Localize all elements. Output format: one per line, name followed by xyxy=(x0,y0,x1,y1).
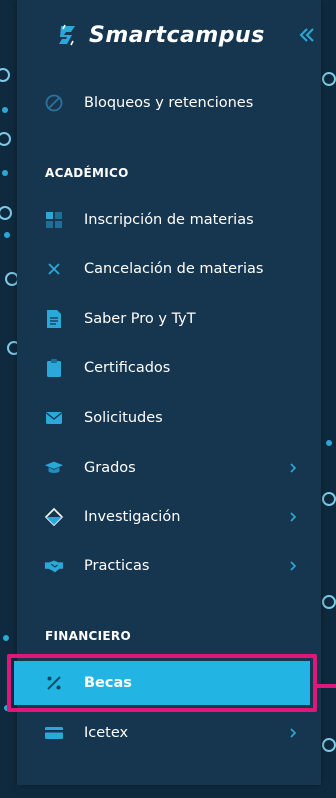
background-ring xyxy=(322,595,336,609)
background-ring xyxy=(322,738,336,752)
brand-name: Smartcampus xyxy=(89,22,265,48)
chevron-right-icon xyxy=(288,724,298,742)
mail-icon xyxy=(44,408,64,428)
menu-item-cancelacion[interactable]: Cancelación de materias xyxy=(44,256,306,282)
menu-item-grados[interactable]: Grados xyxy=(44,455,306,481)
background-dot xyxy=(2,170,8,176)
background-ring xyxy=(0,206,12,220)
menu-item-label: Saber Pro y TyT xyxy=(84,311,196,327)
menu-item-label: Cancelación de materias xyxy=(84,261,264,277)
menu-item-becas[interactable]: Becas xyxy=(44,670,306,696)
chevron-right-icon xyxy=(288,557,298,575)
menu-item-label: Solicitudes xyxy=(84,410,163,426)
card-icon xyxy=(44,723,64,743)
percent-icon xyxy=(44,673,64,693)
menu-item-bloqueos[interactable]: Bloqueos y retenciones xyxy=(44,90,306,116)
menu-item-solicitudes[interactable]: Solicitudes xyxy=(44,405,306,431)
menu-item-label: Grados xyxy=(84,460,136,476)
grid-icon xyxy=(44,210,64,230)
menu-item-investigacion[interactable]: Investigación xyxy=(44,504,306,530)
document-icon xyxy=(44,309,64,329)
menu-item-label: Inscripción de materias xyxy=(84,212,254,228)
chevron-right-icon xyxy=(288,508,298,526)
menu-item-certificados[interactable]: Certificados xyxy=(44,355,306,381)
handshake-icon xyxy=(44,556,64,576)
menu-item-label: Bloqueos y retenciones xyxy=(84,95,254,111)
flask-icon xyxy=(44,507,64,527)
menu-item-label: Practicas xyxy=(84,558,150,574)
menu-item-label: Becas xyxy=(84,675,132,691)
section-title-academico: ACADÉMICO xyxy=(45,166,129,180)
background-ring xyxy=(322,72,336,86)
clipboard-icon xyxy=(44,358,64,378)
menu-item-icetex[interactable]: Icetex xyxy=(44,720,306,746)
highlight-connector-line xyxy=(317,684,336,688)
collapse-sidebar-button[interactable] xyxy=(295,22,319,48)
smartcampus-logo-icon xyxy=(57,23,79,47)
chevron-right-icon xyxy=(288,459,298,477)
menu-item-saber-pro[interactable]: Saber Pro y TyT xyxy=(44,306,306,332)
menu-item-inscripcion[interactable]: Inscripción de materias xyxy=(44,207,306,233)
prohibited-icon xyxy=(44,93,64,113)
menu-item-label: Certificados xyxy=(84,360,171,376)
brand: Smartcampus xyxy=(57,18,319,52)
graduation-cap-icon xyxy=(44,458,64,478)
cross-icon xyxy=(44,259,64,279)
double-chevron-left-icon xyxy=(299,28,314,42)
background-dot xyxy=(4,232,10,238)
menu-item-practicas[interactable]: Practicas xyxy=(44,553,306,579)
background-dot xyxy=(3,635,9,641)
menu-item-label: Icetex xyxy=(84,725,129,741)
background-ring xyxy=(0,68,10,82)
background-ring xyxy=(0,132,11,146)
background-dot xyxy=(326,440,332,446)
background-ring xyxy=(322,492,336,506)
background-dot xyxy=(2,107,8,113)
section-title-financiero: FINANCIERO xyxy=(45,629,131,643)
menu-item-label: Investigación xyxy=(84,509,181,525)
